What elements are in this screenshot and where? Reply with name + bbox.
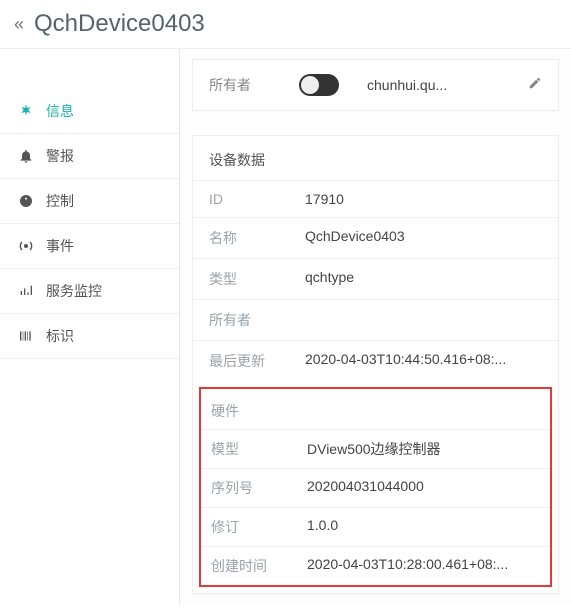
toggle-knob — [301, 76, 319, 94]
sidebar-item-control[interactable]: 控制 — [0, 179, 179, 224]
sidebar-item-label: 控制 — [46, 191, 74, 211]
sidebar-item-alert[interactable]: 警报 — [0, 134, 179, 179]
sidebar-item-label: 警报 — [46, 146, 74, 166]
device-data-card: 设备数据 ID 17910 名称 QchDevice0403 类型 qchtyp… — [192, 135, 559, 594]
row-rev: 修订 1.0.0 — [201, 507, 550, 546]
sidebar-item-label: 事件 — [46, 236, 74, 256]
label-created: 创建时间 — [211, 556, 307, 576]
owner-toggle[interactable] — [299, 74, 339, 96]
value-serial: 202004031044000 — [307, 478, 540, 498]
owner-card: 所有者 chunhui.qu... — [192, 59, 559, 111]
back-icon[interactable]: « — [14, 14, 24, 35]
sidebar-item-info[interactable]: 信息 — [0, 89, 179, 134]
hardware-section: 硬件 模型 DView500边缘控制器 序列号 202004031044000 … — [199, 387, 552, 587]
sidebar-item-tags[interactable]: 标识 — [0, 314, 179, 359]
row-updated: 最后更新 2020-04-03T10:44:50.416+08:... — [193, 340, 558, 381]
value-created: 2020-04-03T10:28:00.461+08:... — [307, 556, 540, 576]
value-id: 17910 — [305, 191, 542, 207]
asterisk-icon — [18, 103, 34, 119]
hardware-title: 硬件 — [201, 389, 550, 429]
label-model: 模型 — [211, 439, 307, 459]
value-rev: 1.0.0 — [307, 517, 540, 537]
value-updated: 2020-04-03T10:44:50.416+08:... — [305, 351, 542, 371]
knob-icon — [18, 193, 34, 209]
row-created: 创建时间 2020-04-03T10:28:00.461+08:... — [201, 546, 550, 585]
sidebar-item-label: 标识 — [46, 326, 74, 346]
label-updated: 最后更新 — [209, 351, 305, 371]
content: 信息 警报 控制 事件 服务监控 标识 所有者 chunhui.qu... — [0, 49, 571, 605]
label-rev: 修订 — [211, 517, 307, 537]
page-header: « QchDevice0403 — [0, 0, 571, 49]
label-serial: 序列号 — [211, 478, 307, 498]
main-panel: 所有者 chunhui.qu... 设备数据 ID 17910 名称 QchDe… — [180, 49, 571, 605]
row-serial: 序列号 202004031044000 — [201, 468, 550, 507]
sidebar-item-label: 服务监控 — [46, 281, 102, 301]
sidebar: 信息 警报 控制 事件 服务监控 标识 — [0, 49, 180, 605]
value-owner — [305, 310, 542, 330]
bars-icon — [18, 283, 34, 299]
barcode-icon — [18, 328, 34, 344]
row-owner: 所有者 — [193, 299, 558, 340]
sidebar-item-monitor[interactable]: 服务监控 — [0, 269, 179, 314]
row-model: 模型 DView500边缘控制器 — [201, 429, 550, 468]
page-title: QchDevice0403 — [34, 10, 205, 38]
label-owner: 所有者 — [209, 310, 305, 330]
label-id: ID — [209, 191, 305, 207]
device-data-title: 设备数据 — [193, 136, 558, 180]
value-type: qchtype — [305, 269, 542, 289]
sidebar-item-label: 信息 — [46, 101, 74, 121]
owner-label: 所有者 — [209, 75, 299, 95]
sidebar-item-events[interactable]: 事件 — [0, 224, 179, 269]
value-name: QchDevice0403 — [305, 228, 542, 248]
row-type: 类型 qchtype — [193, 258, 558, 299]
value-model: DView500边缘控制器 — [307, 439, 540, 459]
bell-icon — [18, 148, 34, 164]
broadcast-icon — [18, 238, 34, 254]
owner-name: chunhui.qu... — [367, 77, 528, 93]
label-type: 类型 — [209, 269, 305, 289]
label-name: 名称 — [209, 228, 305, 248]
row-id: ID 17910 — [193, 180, 558, 217]
row-name: 名称 QchDevice0403 — [193, 217, 558, 258]
edit-icon[interactable] — [528, 76, 542, 95]
